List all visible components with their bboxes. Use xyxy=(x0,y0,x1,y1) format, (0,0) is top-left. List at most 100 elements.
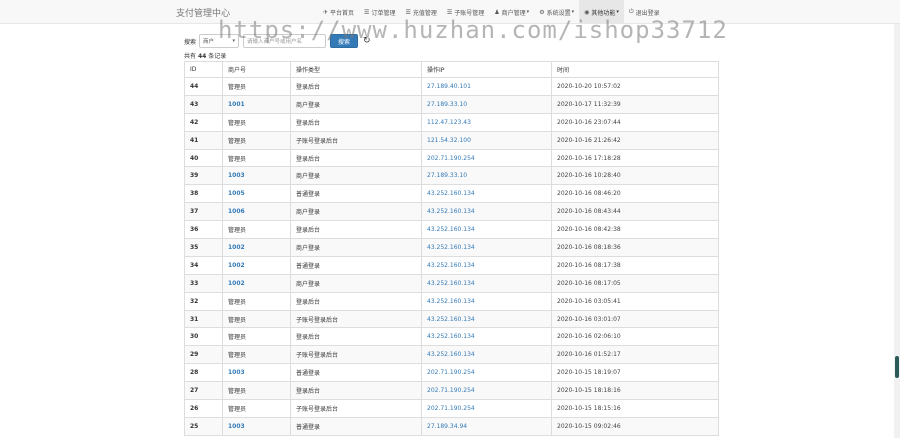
cell-time: 2020-10-17 11:32:39 xyxy=(551,94,719,114)
cell-action: 普通登录 xyxy=(290,184,422,204)
caret-down-icon: ▾ xyxy=(616,9,619,15)
home-icon: ✈ xyxy=(323,8,329,16)
cell-time: 2020-10-16 08:46:20 xyxy=(551,184,719,204)
cell-ip[interactable]: 43.252.160.134 xyxy=(421,327,552,347)
cell-account[interactable]: 1003 xyxy=(222,166,291,186)
cell-ip[interactable]: 27.189.33.10 xyxy=(421,94,552,114)
cell-id: 37 xyxy=(184,202,223,222)
search-input[interactable]: 请输入商户号或用户名 xyxy=(243,34,327,48)
list-icon: ☰ xyxy=(446,8,453,16)
cell-account[interactable]: 1002 xyxy=(222,238,291,257)
nav-item-4[interactable]: ♟ 商户管理 ▾ xyxy=(489,0,534,24)
table-row: 36 管理员 登录后台 43.252.160.134 2020-10-16 08:42:… xyxy=(184,220,719,240)
cell-account[interactable]: 1003 xyxy=(222,363,291,383)
nav-item-7[interactable]: ⏻ 退出登录 xyxy=(624,0,665,24)
table-row: 33 1002 商户登录 43.252.160.134 2020-10-16 08:17… xyxy=(184,273,719,293)
record-count-suffix: 条记录 xyxy=(208,53,227,60)
search-type-select[interactable]: 商户 ▾ xyxy=(199,34,240,48)
search-label: 搜索 xyxy=(184,38,197,46)
nav-item-5[interactable]: ⚙ 系统设置 ▾ xyxy=(534,0,579,24)
table-row: 27 管理员 登录后台 202.71.190.254 2020-10-15 18:18:… xyxy=(184,381,719,401)
table-row: 44 管理员 登录后台 27.189.40.101 2020-10-20 10:57:0… xyxy=(184,77,719,96)
cell-account[interactable]: 1006 xyxy=(222,202,291,222)
app-title[interactable]: 支付管理中心 xyxy=(176,6,230,19)
table-row: 40 管理员 登录后台 202.71.190.254 2020-10-16 17:18:… xyxy=(184,148,719,168)
nav-item-label: 订单管理 xyxy=(371,9,396,17)
cell-account[interactable]: 1003 xyxy=(222,416,291,436)
cell-time: 2020-10-16 01:52:17 xyxy=(551,345,719,365)
record-count-value: 44 xyxy=(197,53,207,60)
cell-account[interactable]: 1001 xyxy=(222,94,291,114)
cell-ip[interactable]: 27.189.40.101 xyxy=(421,77,552,96)
record-count-prefix: 共有 xyxy=(184,53,197,60)
cell-action: 登录后台 xyxy=(290,381,422,401)
chevron-down-icon: ▾ xyxy=(232,38,236,44)
column-header-time: 时间 xyxy=(551,61,719,78)
cell-ip[interactable]: 202.71.190.254 xyxy=(421,399,552,418)
cell-action: 登录后台 xyxy=(290,220,422,240)
refresh-icon[interactable]: ↻ xyxy=(363,36,371,46)
cell-ip[interactable]: 202.71.190.254 xyxy=(421,363,552,383)
cell-id: 43 xyxy=(184,94,223,114)
nav-item-2[interactable]: ☰ 充值管理 xyxy=(400,0,441,24)
cell-action: 子账号登录后台 xyxy=(290,309,422,329)
cell-account[interactable]: 1005 xyxy=(222,184,291,204)
cell-time: 2020-10-16 02:06:10 xyxy=(551,327,719,347)
cell-ip[interactable]: 43.252.160.134 xyxy=(421,184,552,204)
globe-icon: ◉ xyxy=(584,8,590,16)
nav-item-6[interactable]: ◉ 其他功能 ▾ xyxy=(579,0,624,24)
nav-item-3[interactable]: ☰ 子账号管理 xyxy=(442,0,489,24)
table-row: 31 管理员 子账号登录后台 43.252.160.134 2020-10-16 03:… xyxy=(184,309,719,329)
page-scrollbar-thumb[interactable] xyxy=(895,356,899,378)
cell-account: 管理员 xyxy=(222,148,291,168)
table-row: 30 管理员 登录后台 43.252.160.134 2020-10-16 02:06:… xyxy=(184,327,719,347)
nav-item-label: 充值管理 xyxy=(412,9,437,17)
search-button[interactable]: 搜索 xyxy=(330,34,359,48)
table-row: 42 管理员 登录后台 112.47.123.43 2020-10-16 23:07:4… xyxy=(184,112,719,132)
nav-item-0[interactable]: ✈ 平台首页 xyxy=(318,0,359,24)
cell-ip[interactable]: 121.54.32.100 xyxy=(421,130,552,150)
cell-ip[interactable]: 27.189.33.10 xyxy=(421,166,552,186)
cell-time: 2020-10-16 10:28:40 xyxy=(551,166,719,186)
cell-time: 2020-10-16 08:17:05 xyxy=(551,273,719,293)
cell-ip[interactable]: 43.252.160.134 xyxy=(421,345,552,365)
cell-id: 33 xyxy=(184,273,223,293)
cell-action: 子账号登录后台 xyxy=(290,130,422,150)
cell-action: 子账号登录后台 xyxy=(290,345,422,365)
nav-item-label: 子账号管理 xyxy=(454,9,485,17)
cell-ip[interactable]: 43.252.160.134 xyxy=(421,309,552,329)
cell-ip[interactable]: 112.47.123.43 xyxy=(421,112,552,132)
cell-action: 商户登录 xyxy=(290,238,422,257)
table-row: 28 1003 普通登录 202.71.190.254 2020-10-15 18:19… xyxy=(184,363,719,383)
cell-account: 管理员 xyxy=(222,345,291,365)
cell-id: 27 xyxy=(184,381,223,401)
cell-action: 登录后台 xyxy=(290,148,422,168)
cell-ip[interactable]: 43.252.160.134 xyxy=(421,220,552,240)
cell-account[interactable]: 1002 xyxy=(222,273,291,293)
table-row: 25 1003 普通登录 27.189.34.94 2020-10-15 09:02:4… xyxy=(184,416,719,436)
cell-ip[interactable]: 43.252.160.134 xyxy=(421,273,552,293)
column-header-ip: 操作IP xyxy=(421,61,552,78)
nav-item-label: 其他功能 xyxy=(591,9,616,17)
table-row: 34 1002 普通登录 43.252.160.134 2020-10-16 08:17… xyxy=(184,255,719,275)
cell-ip[interactable]: 43.252.160.134 xyxy=(421,238,552,257)
cell-ip[interactable]: 202.71.190.254 xyxy=(421,148,552,168)
cell-account[interactable]: 1002 xyxy=(222,255,291,275)
cell-ip[interactable]: 27.189.34.94 xyxy=(421,416,552,436)
cell-account: 管理员 xyxy=(222,327,291,347)
list-icon: ☰ xyxy=(364,8,370,16)
nav-item-1[interactable]: ☰ 订单管理 xyxy=(359,0,400,24)
cell-account: 管理员 xyxy=(222,130,291,150)
cell-id: 35 xyxy=(184,238,223,257)
cell-ip[interactable]: 43.252.160.134 xyxy=(421,291,552,311)
cell-ip[interactable]: 43.252.160.134 xyxy=(421,202,552,222)
gear-icon: ⚙ xyxy=(539,8,545,16)
cell-time: 2020-10-16 08:17:38 xyxy=(551,255,719,275)
cell-action: 登录后台 xyxy=(290,112,422,132)
nav-item-label: 商户管理 xyxy=(501,9,526,17)
cell-id: 31 xyxy=(184,309,223,329)
cell-action: 普通登录 xyxy=(290,363,422,383)
cell-ip[interactable]: 43.252.160.134 xyxy=(421,255,552,275)
cell-ip[interactable]: 202.71.190.254 xyxy=(421,381,552,401)
cell-account: 管理员 xyxy=(222,112,291,132)
